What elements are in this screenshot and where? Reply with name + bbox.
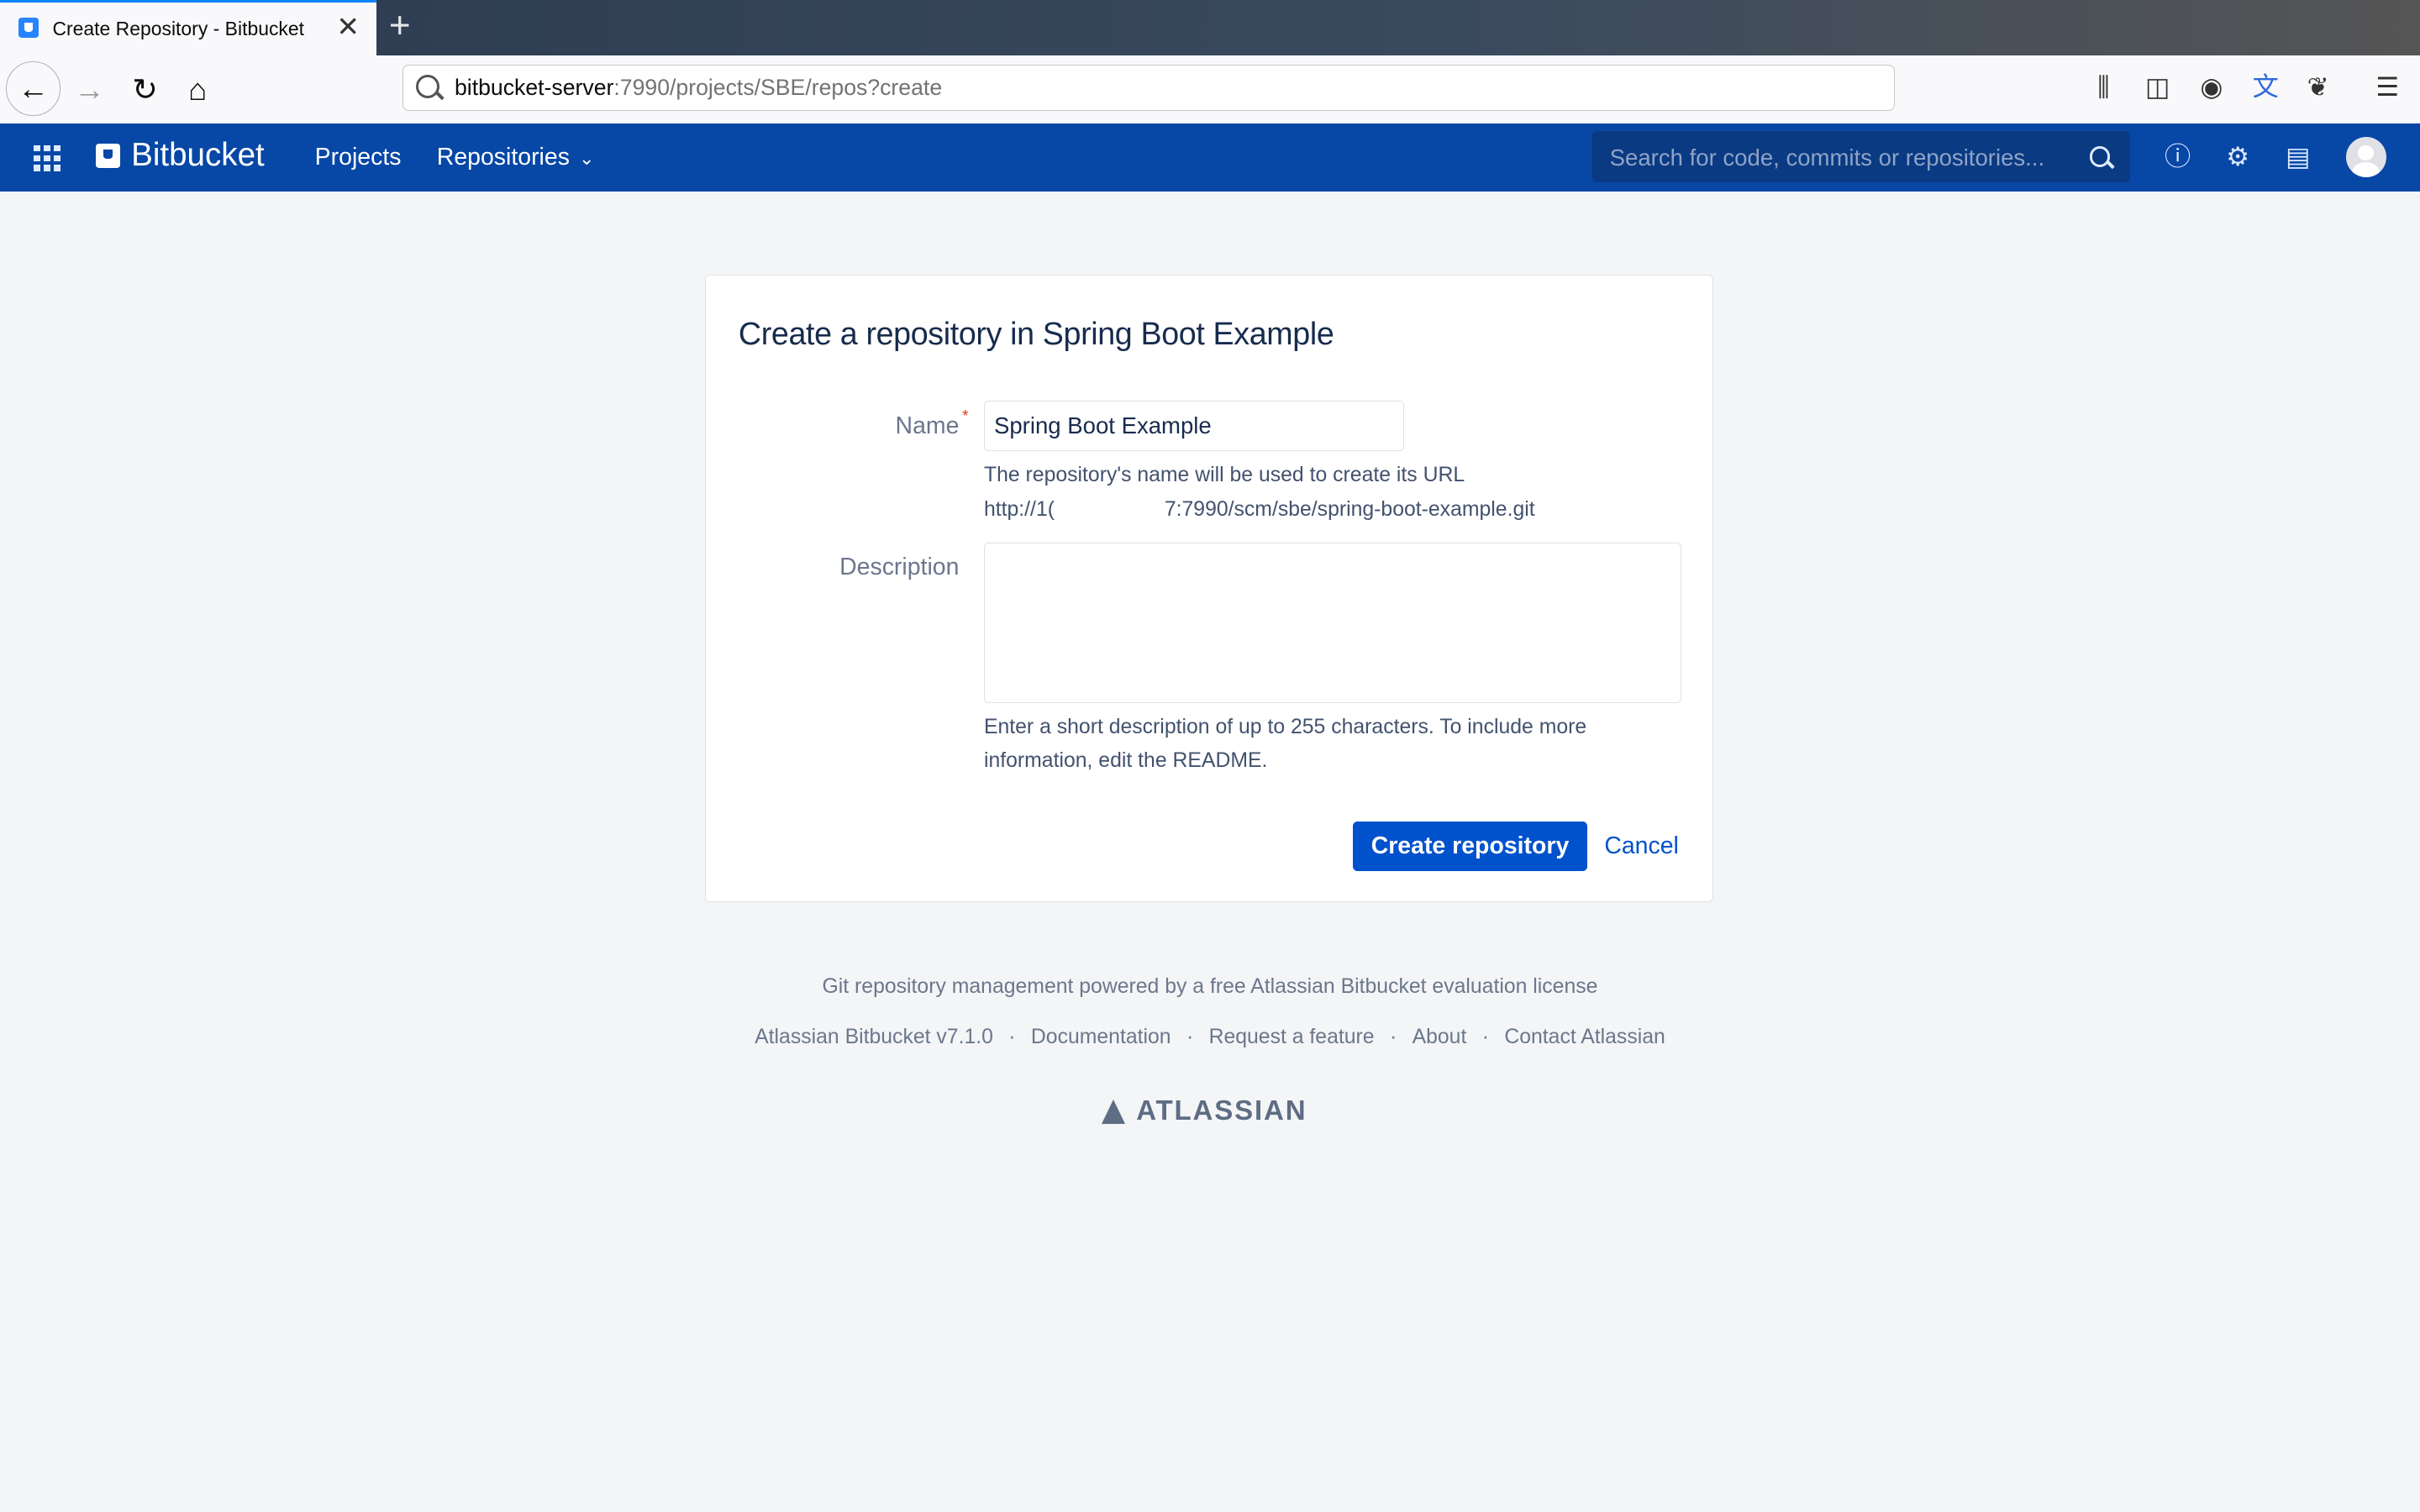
chevron-down-icon: ⌄ [578, 147, 595, 169]
name-label-text: Name [895, 412, 960, 440]
atlassian-logo-icon [1102, 1099, 1126, 1124]
atlassian-logo[interactable]: ATLASSIAN [1102, 1095, 1307, 1127]
repo-url-prefix: http://1( [983, 497, 1055, 521]
help-icon[interactable]: ⓘ [2162, 142, 2193, 173]
close-tab-icon[interactable]: ✕ [336, 13, 360, 41]
library-icon[interactable]: ⫼ [2086, 71, 2120, 104]
contact-link[interactable]: Contact Atlassian [1504, 1026, 1665, 1048]
gear-icon[interactable]: ⚙ [2223, 142, 2254, 173]
app-switcher-icon[interactable] [34, 144, 60, 171]
inbox-icon[interactable]: ▤ [2282, 142, 2313, 173]
url-path: :7990/projects/SBE/repos?create [613, 75, 943, 101]
url-bar[interactable]: bitbucket-server:7990/projects/SBE/repos… [402, 65, 1896, 112]
description-help-line-1: Enter a short description of up to 255 c… [983, 715, 1587, 738]
translate-icon[interactable]: 文 [2249, 71, 2282, 104]
sidebar-icon[interactable]: ◫ [2141, 71, 2175, 104]
app-header: Bitbucket Projects Repositories ⌄ ⓘ ⚙ ▤ [0, 123, 2420, 192]
separator: · [1186, 1026, 1194, 1049]
evernote-icon[interactable]: ❦ [2302, 71, 2335, 104]
brand-name[interactable]: Bitbucket [131, 137, 265, 174]
separator: · [1008, 1026, 1016, 1049]
name-label: Name * [895, 407, 969, 440]
about-link[interactable]: About [1413, 1026, 1467, 1048]
name-field[interactable] [983, 400, 1404, 452]
documentation-link[interactable]: Documentation [1031, 1026, 1171, 1048]
account-icon[interactable]: ◉ [2195, 71, 2228, 104]
atlassian-wordmark: ATLASSIAN [1136, 1095, 1307, 1127]
forward-icon[interactable]: → [65, 65, 114, 114]
request-feature-link[interactable]: Request a feature [1209, 1026, 1375, 1048]
separator: · [1389, 1026, 1397, 1049]
required-indicator: * [962, 407, 969, 425]
browser-tab[interactable]: Create Repository - Bitbucket ✕ [0, 0, 377, 56]
footer-links: Atlassian Bitbucket v7.1.0 · Documentation… [0, 1026, 2420, 1049]
page-title: Create a repository in Spring Boot Examp… [738, 315, 1334, 351]
search-icon[interactable] [2089, 146, 2111, 167]
search-input[interactable] [1592, 131, 2091, 186]
name-help-text: The repository's name will be used to cr… [983, 464, 1465, 487]
tab-title: Create Repository - Bitbucket [52, 18, 305, 40]
repo-url-suffix: 7:7990/scm/sbe/spring-boot-example.git [1164, 497, 1535, 521]
url-host: bitbucket-server [454, 75, 614, 101]
browser-toolbar: ← → ↻ ⌂ bitbucket-server:7990/projects/S… [0, 55, 2420, 124]
nav-repositories-label: Repositories [436, 143, 570, 171]
search-icon [416, 75, 440, 99]
description-help-line-2: information, edit the README. [983, 749, 1268, 773]
avatar[interactable] [2345, 137, 2386, 178]
separator: · [1481, 1026, 1489, 1049]
license-text: Git repository management powered by a f… [822, 974, 1598, 998]
cancel-link[interactable]: Cancel [1604, 832, 1679, 860]
browser-tab-bar: Create Repository - Bitbucket ✕ + [0, 0, 2420, 56]
reload-icon[interactable]: ↻ [120, 65, 170, 114]
create-repository-form: Create a repository in Spring Boot Examp… [705, 274, 1713, 903]
bitbucket-logo-icon[interactable] [95, 143, 121, 169]
home-icon[interactable]: ⌂ [173, 65, 223, 114]
new-tab-icon[interactable]: + [389, 6, 411, 46]
global-search [1592, 131, 2130, 186]
version-text: Atlassian Bitbucket v7.1.0 [755, 1026, 993, 1049]
create-repository-button[interactable]: Create repository [1352, 822, 1588, 871]
menu-icon[interactable]: ☰ [2370, 71, 2404, 104]
description-label: Description [839, 553, 960, 580]
bitbucket-favicon-icon [18, 18, 39, 39]
url-text: bitbucket-server:7990/projects/SBE/repos… [455, 75, 942, 101]
back-icon[interactable]: ← [6, 61, 60, 116]
nav-repositories[interactable]: Repositories ⌄ [437, 144, 595, 171]
description-field[interactable] [983, 542, 1682, 703]
nav-projects[interactable]: Projects [315, 144, 402, 171]
